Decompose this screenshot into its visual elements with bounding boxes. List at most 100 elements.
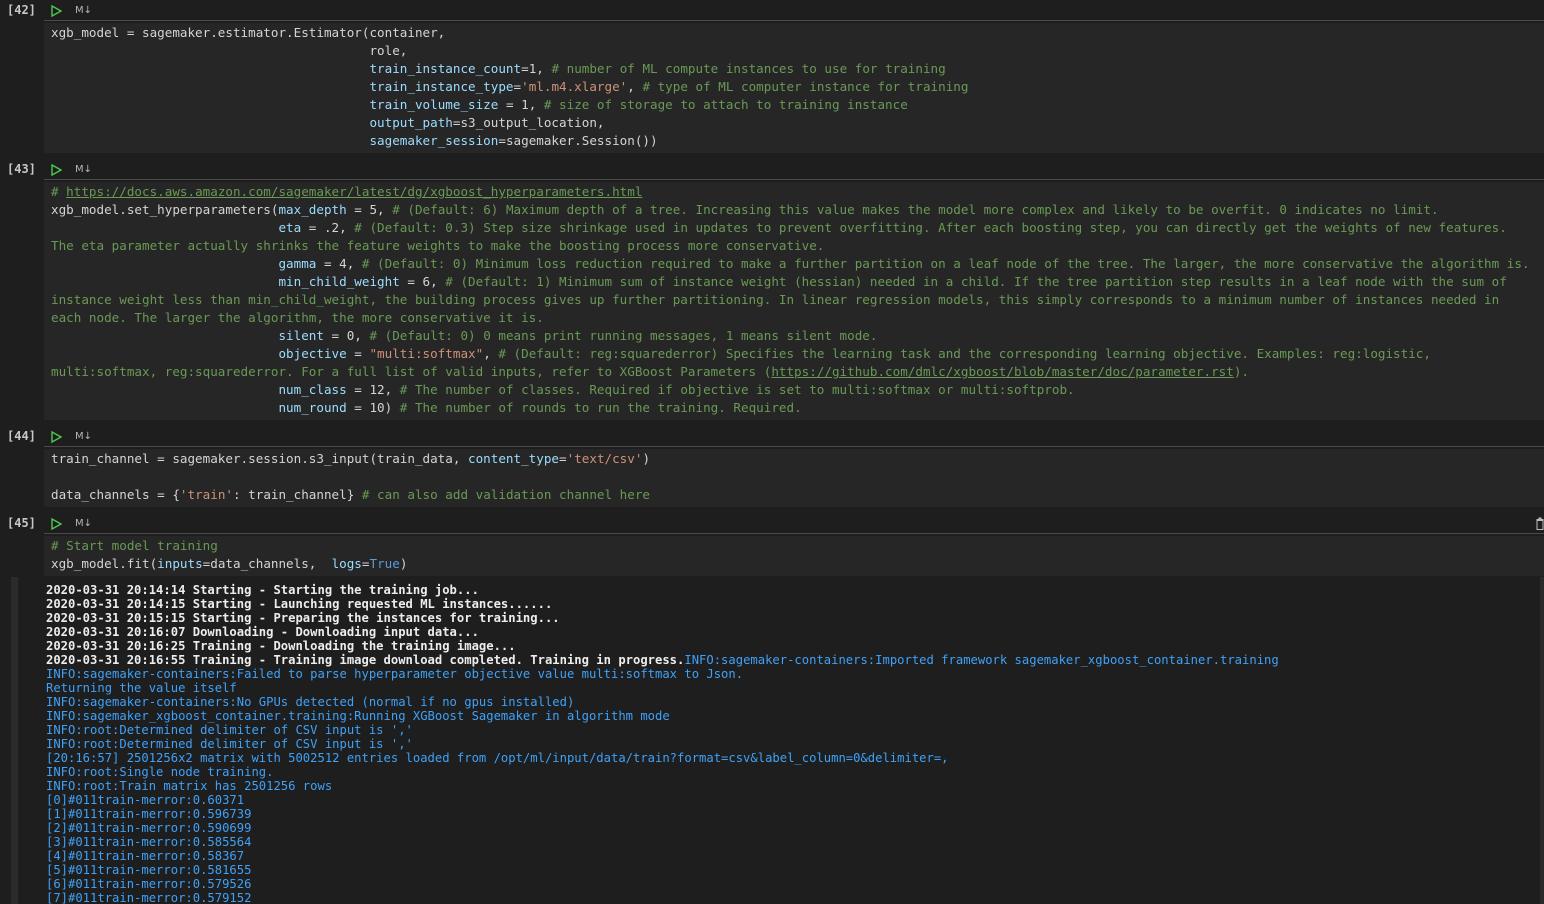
output-text: [5]#011train-merror:0.581655 — [46, 863, 252, 877]
code-token: = .2, — [301, 220, 355, 235]
run-icon[interactable] — [50, 164, 62, 176]
code-cell[interactable]: # https://docs.aws.amazon.com/sagemaker/… — [44, 182, 1544, 420]
output-text: INFO:root:Train matrix has 2501256 rows — [46, 779, 333, 793]
trash-icon[interactable] — [1536, 517, 1544, 530]
code-token: = 6, — [399, 274, 446, 289]
output-line: [3]#011train-merror:0.585564 — [46, 835, 1544, 849]
cell-divider — [44, 533, 1544, 534]
code-token: , — [483, 346, 499, 361]
output-text: 2020-03-31 20:14:15 Starting - Launching… — [46, 597, 553, 611]
code-token: ) — [399, 556, 408, 571]
execution-count: [43] — [7, 162, 36, 176]
markdown-icon[interactable]: M↓ — [75, 163, 92, 177]
code-cell[interactable]: train_channel = sagemaker.session.s3_inp… — [44, 449, 1544, 507]
code-token: =s3_output_location, — [452, 115, 605, 130]
code-token: # — [51, 184, 67, 199]
code-token: = 5, — [346, 202, 393, 217]
output-text: [2]#011train-merror:0.590699 — [46, 821, 252, 835]
cell-output: 2020-03-31 20:14:14 Starting - Starting … — [11, 577, 1544, 904]
markdown-icon[interactable]: M↓ — [75, 517, 92, 531]
code-cell[interactable]: xgb_model = sagemaker.estimator.Estimato… — [44, 23, 1544, 153]
code-token: , — [627, 79, 643, 94]
code-token: # type of ML computer instance for train… — [642, 79, 969, 94]
output-scrollbar[interactable] — [1540, 577, 1544, 904]
output-text: INFO:sagemaker-containers:Imported frame… — [684, 653, 1279, 667]
cell-divider — [44, 20, 1544, 21]
code-token: True — [369, 556, 400, 571]
code-token: = 12, — [346, 382, 400, 397]
output-line: 2020-03-31 20:16:07 Downloading - Downlo… — [46, 625, 1544, 639]
code-token: =sagemaker.Session()) — [498, 133, 658, 148]
output-line: [5]#011train-merror:0.581655 — [46, 863, 1544, 877]
code-token: = 4, — [316, 256, 362, 271]
output-text: INFO:sagemaker_xgboost_container.trainin… — [46, 709, 670, 723]
output-text: 2020-03-31 20:16:55 Training - Training … — [46, 653, 685, 667]
code-token: min_child_weight — [278, 274, 400, 289]
code-token: max_depth — [278, 202, 347, 217]
output-text: INFO:root:Determined delimiter of CSV in… — [46, 723, 413, 737]
code-token: =data_channels, — [202, 556, 332, 571]
code-token: = — [346, 346, 370, 361]
output-text: [4]#011train-merror:0.58367 — [46, 849, 245, 863]
code-line: xgb_model.set_hyperparameters(max_depth … — [51, 201, 1544, 219]
code-token: role, — [51, 43, 408, 58]
code-line: output_path=s3_output_location, — [51, 114, 1544, 132]
code-token: The eta parameter actually shrinks the f… — [51, 238, 825, 253]
code-token: # Start model training — [51, 538, 218, 553]
output-line: [2]#011train-merror:0.590699 — [46, 821, 1544, 835]
output-line: 2020-03-31 20:16:55 Training - Training … — [46, 653, 1544, 667]
cell-divider — [44, 179, 1544, 180]
code-token: 'ml.m4.xlarge' — [521, 79, 628, 94]
code-line: # Start model training — [51, 537, 1544, 555]
notebook: [42] M↓ xgb_model = sagemaker.estimator.… — [0, 0, 1544, 904]
code-token[interactable]: https://github.com/dmlc/xgboost/blob/mas… — [771, 364, 1234, 379]
run-icon[interactable] — [50, 5, 62, 17]
output-text: INFO:sagemaker-containers:Failed to pars… — [46, 667, 744, 681]
output-text: [0]#011train-merror:0.60371 — [46, 793, 245, 807]
run-icon[interactable] — [50, 518, 62, 530]
code-line: gamma = 4, # (Default: 0) Minimum loss r… — [51, 255, 1544, 273]
code-token: each node. The larger the algorithm, the… — [51, 310, 544, 325]
code-line: eta = .2, # (Default: 0.3) Step size shr… — [51, 219, 1544, 237]
code-token: = 10) — [346, 400, 400, 415]
code-token: # (Default: 6) Maximum depth of a tree. … — [392, 202, 1439, 217]
code-line: each node. The larger the algorithm, the… — [51, 309, 1544, 327]
code-line: train_channel = sagemaker.session.s3_inp… — [51, 450, 1544, 468]
output-text: 2020-03-31 20:15:15 Starting - Preparing… — [46, 611, 560, 625]
code-token: # can also add validation channel here — [361, 487, 651, 502]
output-text: [6]#011train-merror:0.579526 — [46, 877, 252, 891]
code-token: train_instance_type — [369, 79, 514, 94]
code-token: train_channel = sagemaker.session.s3_inp… — [51, 451, 469, 466]
code-line: xgb_model = sagemaker.estimator.Estimato… — [51, 24, 1544, 42]
code-token: # The number of rounds to run the traini… — [399, 400, 802, 415]
code-line: train_instance_count=1, # number of ML c… — [51, 60, 1544, 78]
code-line: sagemaker_session=sagemaker.Session()) — [51, 132, 1544, 150]
cell-toolbar: M↓ — [44, 1, 1544, 21]
code-token: num_class — [278, 382, 347, 397]
code-token[interactable]: https://docs.aws.amazon.com/sagemaker/la… — [66, 184, 642, 199]
output-text: INFO:root:Single node training. — [46, 765, 274, 779]
run-icon[interactable] — [50, 431, 62, 443]
output-line: INFO:root:Single node training. — [46, 765, 1544, 779]
execution-count: [45] — [7, 516, 36, 530]
markdown-icon[interactable]: M↓ — [75, 4, 92, 18]
code-cell[interactable]: # Start model training xgb_model.fit(inpu… — [44, 536, 1544, 576]
code-token: instance weight less than min_child_weig… — [51, 292, 1500, 307]
output-line: INFO:root:Determined delimiter of CSV in… — [46, 737, 1544, 751]
code-token: # The number of classes. Required if obj… — [399, 382, 1075, 397]
cell-divider — [44, 446, 1544, 447]
code-token: inputs — [157, 556, 203, 571]
code-token: data_channels = { — [51, 487, 180, 502]
markdown-icon[interactable]: M↓ — [75, 430, 92, 444]
code-token: train_volume_size — [369, 97, 499, 112]
code-token: =1, — [521, 61, 552, 76]
code-token: logs — [331, 556, 362, 571]
code-token: # (Default: 0.3) Step size shrinkage use… — [354, 220, 1507, 235]
output-line: 2020-03-31 20:16:25 Training - Downloadi… — [46, 639, 1544, 653]
